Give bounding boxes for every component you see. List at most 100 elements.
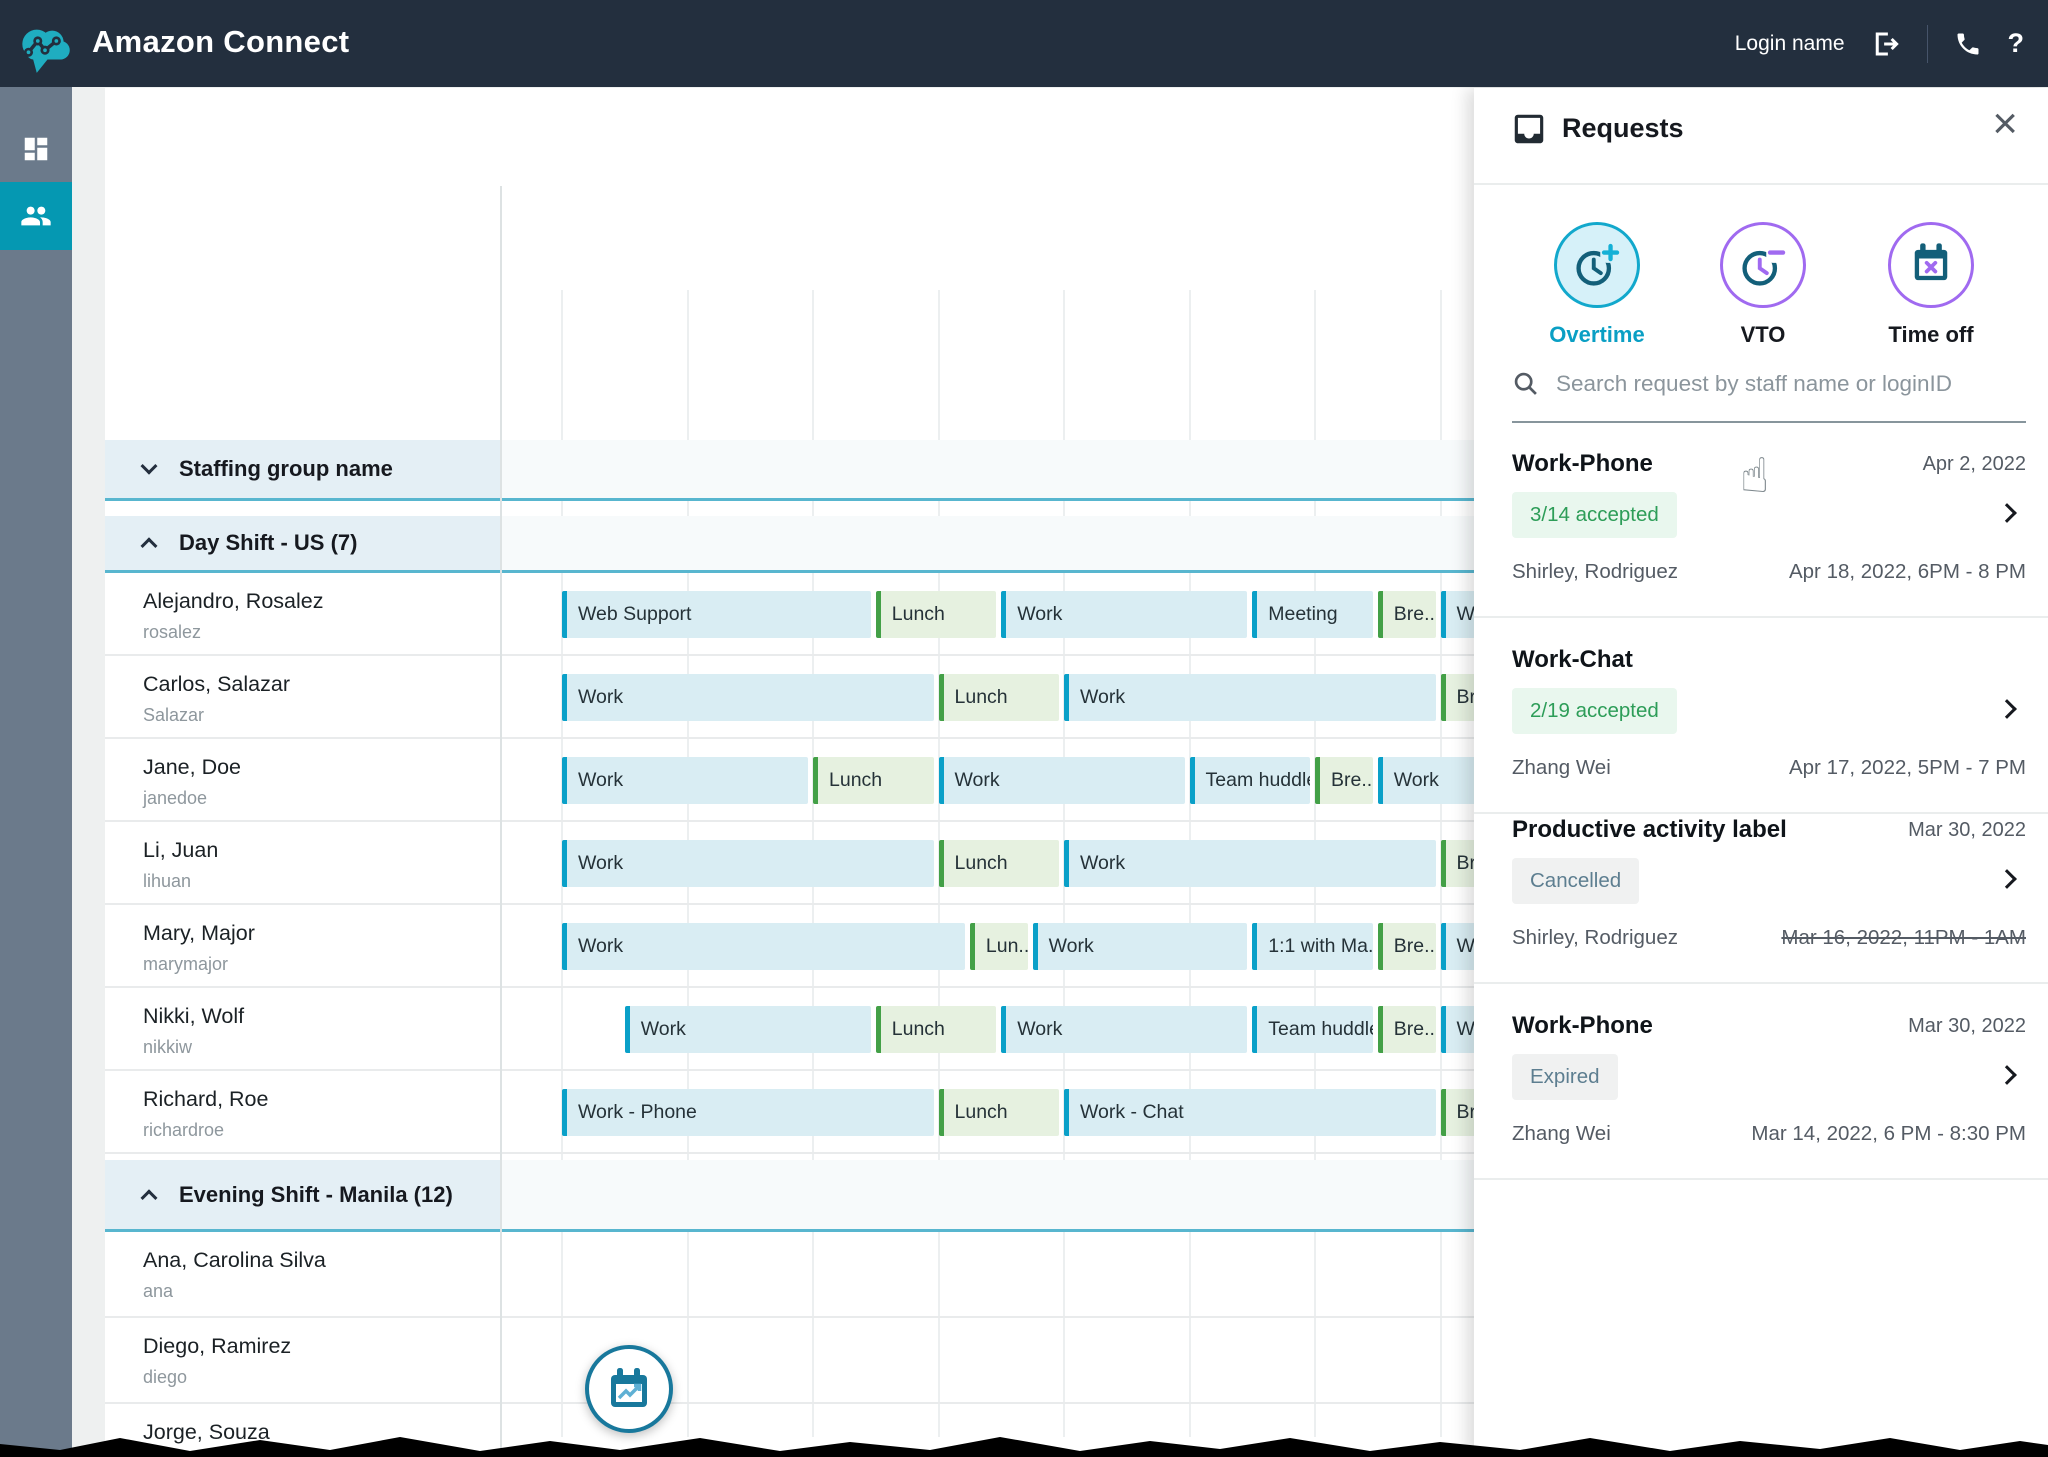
request-card-date: Mar 30, 2022	[1908, 1015, 2026, 1038]
request-card-title: Work-Phone	[1512, 450, 1653, 478]
schedule-bar[interactable]: Work - Chat	[1064, 1089, 1436, 1136]
close-icon[interactable]: ×	[1992, 102, 2018, 146]
card-divider	[1474, 616, 2048, 618]
action-label: Time off	[1861, 322, 2001, 348]
schedule-bar[interactable]: Work	[562, 923, 965, 970]
employee-name: Richard, Roe	[143, 1087, 268, 1112]
chevron-up-icon	[141, 1189, 158, 1206]
request-person: Zhang Wei	[1512, 1122, 1611, 1146]
schedule-bar[interactable]: 1:1 with Ma..	[1252, 923, 1373, 970]
schedule-bar[interactable]: Lunch	[939, 674, 1060, 721]
staffing-group-header-toggle[interactable]: Staffing group name	[105, 440, 500, 498]
topbar-divider	[1927, 25, 1928, 63]
requests-panel: Requests × Overtime VTO Time off Work-Ph…	[1474, 88, 2048, 1457]
request-person: Shirley, Rodriguez	[1512, 560, 1678, 584]
sidebar-item-dashboard[interactable]	[0, 115, 72, 183]
screenshot-torn-edge	[0, 1430, 2048, 1457]
chevron-right-icon[interactable]	[1997, 699, 2017, 719]
schedule-bar[interactable]: Work	[1064, 840, 1436, 887]
card-divider	[1474, 982, 2048, 984]
clock-minus-icon	[1737, 239, 1789, 291]
request-card[interactable]: Work-PhoneMar 30, 2022ExpiredZhang WeiMa…	[1474, 1012, 2048, 1180]
employee-name: Diego, Ramirez	[143, 1334, 291, 1359]
employee-login: Salazar	[143, 705, 204, 726]
request-action-overtime[interactable]: Overtime	[1527, 222, 1667, 348]
schedule-bar[interactable]: Work	[939, 757, 1185, 804]
card-divider	[1474, 1178, 2048, 1180]
schedule-bar[interactable]: Lunch	[876, 591, 997, 638]
phone-icon[interactable]	[1954, 30, 1982, 58]
app-root: Today Day Mar 24, 2022 Staffing metrics:…	[0, 0, 2048, 1457]
request-card[interactable]: Productive activity labelMar 30, 2022Can…	[1474, 816, 2048, 984]
sidebar-item-staffing[interactable]	[0, 182, 72, 250]
schedule-bar[interactable]: Work	[1064, 674, 1436, 721]
schedule-bar[interactable]: Lunch	[876, 1006, 997, 1053]
employee-login: marymajor	[143, 954, 228, 975]
request-card[interactable]: Work-Chat2/19 acceptedZhang WeiApr 17, 2…	[1474, 646, 2048, 814]
employee-name: Mary, Major	[143, 921, 255, 946]
schedule-bar[interactable]: Team huddle	[1252, 1006, 1373, 1053]
chevron-right-icon[interactable]	[1997, 869, 2017, 889]
chevron-right-icon[interactable]	[1997, 1065, 2017, 1085]
schedule-bar[interactable]: Lun..	[970, 923, 1028, 970]
panel-divider	[1474, 183, 2048, 185]
request-card-date: Mar 30, 2022	[1908, 819, 2026, 842]
day-shift-header-toggle[interactable]: Day Shift - US (7)	[105, 516, 500, 570]
employee-login: ana	[143, 1281, 173, 1302]
sidebar	[0, 87, 72, 1457]
employee-name: Alejandro, Rosalez	[143, 589, 323, 614]
schedule-bar[interactable]: Work	[1001, 1006, 1247, 1053]
schedule-bar[interactable]: Bre..	[1378, 1006, 1436, 1053]
action-circle	[1888, 222, 1974, 308]
schedule-bar[interactable]: Work - Phone	[562, 1089, 934, 1136]
schedule-bar[interactable]: Meeting	[1252, 591, 1373, 638]
schedule-bar[interactable]: Lunch	[939, 1089, 1060, 1136]
schedule-bar[interactable]: Work	[562, 757, 808, 804]
employee-login: richardroe	[143, 1120, 224, 1141]
group-label: Staffing group name	[179, 456, 393, 482]
request-card-title: Work-Phone	[1512, 1012, 1653, 1040]
schedule-bar[interactable]: Work	[625, 1006, 871, 1053]
inbox-icon	[1510, 110, 1548, 148]
employee-login: rosalez	[143, 622, 201, 643]
card-divider	[1474, 812, 2048, 814]
employee-name: Jane, Doe	[143, 755, 241, 780]
schedule-bar[interactable]: Bre..	[1378, 591, 1436, 638]
schedule-bar[interactable]: Web Support	[562, 591, 871, 638]
request-action-time-off[interactable]: Time off	[1861, 222, 2001, 348]
amazon-connect-logo	[12, 10, 78, 76]
topbar: Amazon Connect Login name ?	[0, 0, 2048, 87]
column-separator	[500, 186, 502, 1457]
schedule-bar[interactable]: Lunch	[939, 840, 1060, 887]
schedule-insights-fab[interactable]	[585, 1345, 673, 1433]
schedule-bar[interactable]: Bre..	[1378, 923, 1436, 970]
calendar-chart-icon	[603, 1363, 655, 1415]
search-input[interactable]	[1556, 371, 2006, 397]
clock-plus-icon	[1571, 239, 1623, 291]
logout-icon[interactable]	[1871, 29, 1901, 59]
employee-login: janedoe	[143, 788, 207, 809]
search-underline	[1512, 421, 2026, 423]
employee-name: Ana, Carolina Silva	[143, 1248, 326, 1273]
chevron-right-icon[interactable]	[1997, 503, 2017, 523]
calendar-x-icon	[1905, 239, 1957, 291]
schedule-bar[interactable]: Work	[562, 674, 934, 721]
request-time: Mar 16, 2022, 11PM - 1AM	[1781, 926, 2026, 950]
search-icon	[1512, 370, 1540, 398]
schedule-bar[interactable]: Work	[1033, 923, 1248, 970]
employee-login: nikkiw	[143, 1037, 192, 1058]
schedule-bar[interactable]: Team huddle	[1190, 757, 1311, 804]
schedule-bar[interactable]: Work	[562, 840, 934, 887]
group-label: Evening Shift - Manila (12)	[179, 1182, 453, 1208]
evening-shift-header-toggle[interactable]: Evening Shift - Manila (12)	[105, 1160, 500, 1229]
employee-name: Nikki, Wolf	[143, 1004, 244, 1029]
request-action-vto[interactable]: VTO	[1693, 222, 1833, 348]
schedule-bar[interactable]: Bre..	[1315, 757, 1373, 804]
login-name[interactable]: Login name	[1735, 32, 1845, 56]
hand-cursor-icon: ☝	[1740, 448, 1769, 504]
request-card-title: Work-Chat	[1512, 646, 1633, 674]
action-label: VTO	[1693, 322, 1833, 348]
schedule-bar[interactable]: Work	[1001, 591, 1247, 638]
help-icon[interactable]: ?	[2008, 28, 2025, 59]
schedule-bar[interactable]: Lunch	[813, 757, 934, 804]
